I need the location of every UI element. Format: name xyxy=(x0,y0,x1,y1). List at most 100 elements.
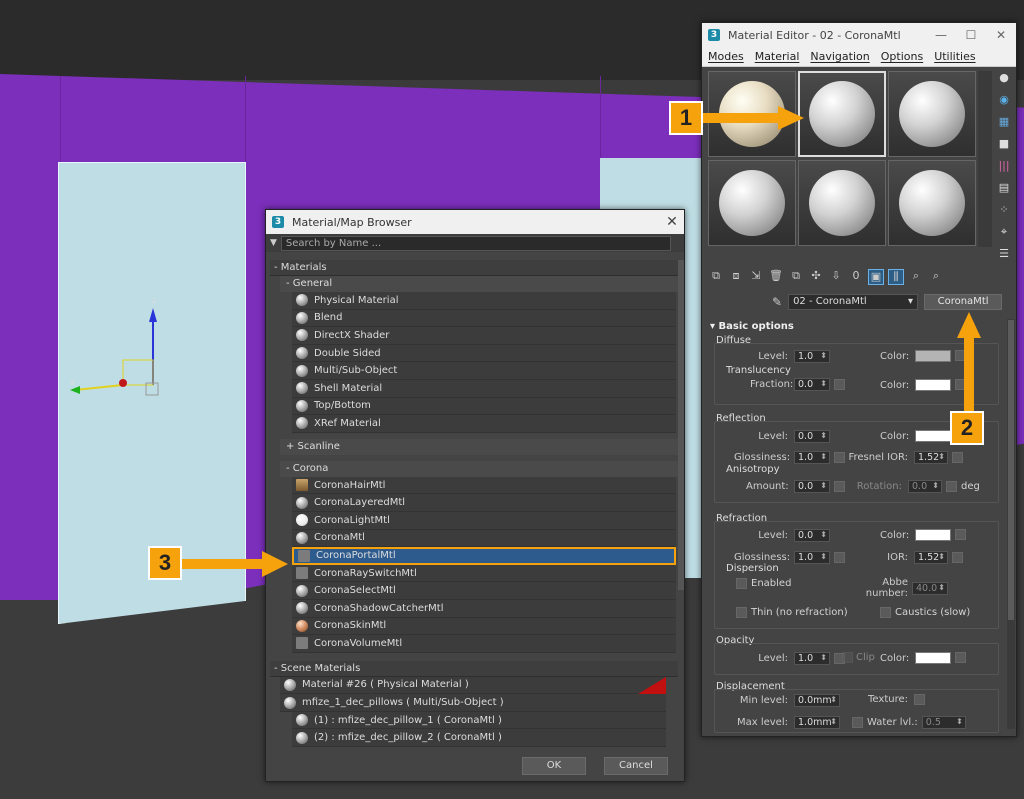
list-item[interactable]: XRef Material xyxy=(292,415,676,433)
material-type-button[interactable]: CoronaMtl xyxy=(924,294,1003,310)
put-to-library-icon[interactable]: ⇩ xyxy=(828,269,844,285)
fraction-spinner[interactable]: 0.0 xyxy=(794,378,830,391)
abbe-number-spinner[interactable]: 40.0 xyxy=(912,581,948,595)
refraction-map-button[interactable] xyxy=(955,529,966,540)
assign-to-selection-icon[interactable]: ⇲ xyxy=(748,269,764,285)
menu-modes[interactable]: Modes xyxy=(708,50,744,63)
options-icon[interactable]: ⁘ xyxy=(997,203,1011,217)
maximize-icon[interactable]: ☐ xyxy=(956,28,986,42)
make-unique-icon[interactable]: ✣ xyxy=(808,269,824,285)
sample-slot[interactable] xyxy=(798,160,886,246)
select-by-material-icon[interactable]: ⌖ xyxy=(997,225,1011,239)
list-item[interactable]: CoronaVolumeMtl xyxy=(292,635,676,653)
list-item[interactable]: Blend xyxy=(292,309,676,328)
material-editor-titlebar[interactable]: 3 Material Editor - 02 - CoronaMtl — ☐ ✕ xyxy=(702,23,1016,47)
water-level-checkbox[interactable] xyxy=(852,717,863,728)
corona-group[interactable]: - Corona xyxy=(280,460,678,477)
reflection-color-swatch[interactable] xyxy=(915,430,951,442)
cancel-button[interactable]: Cancel xyxy=(604,757,668,775)
browser-titlebar[interactable]: 3 Material/Map Browser ✕ xyxy=(266,210,684,234)
rollout-scrollbar[interactable] xyxy=(1007,319,1015,729)
material-map-browser-window[interactable]: 3 Material/Map Browser ✕ ▼ - Materials -… xyxy=(265,209,685,782)
caustics-checkbox[interactable] xyxy=(880,607,891,618)
close-icon[interactable]: ✕ xyxy=(660,214,684,230)
make-preview-icon[interactable]: ▤ xyxy=(997,181,1011,195)
uv-tiling-icon[interactable]: ■ xyxy=(997,137,1011,151)
sample-slot[interactable] xyxy=(888,71,976,157)
list-item[interactable]: CoronaHairMtl xyxy=(292,476,676,495)
browser-options-icon[interactable]: ▼ xyxy=(270,238,277,248)
opacity-level-spinner[interactable]: 1.0 xyxy=(794,652,830,665)
list-item[interactable]: CoronaSelectMtl xyxy=(292,582,676,600)
anisotropy-amount-spinner[interactable]: 0.0 xyxy=(794,480,830,493)
opacity-color-map-button[interactable] xyxy=(955,652,966,663)
scrollbar-thumb[interactable] xyxy=(1008,320,1014,620)
get-material-icon[interactable]: ⧉ xyxy=(708,269,724,285)
min-level-spinner[interactable]: 0.0mm xyxy=(794,694,840,707)
list-item[interactable]: DirectX Shader xyxy=(292,327,676,345)
reflection-glossiness-map-button[interactable] xyxy=(834,452,845,463)
backlight-icon[interactable]: ◉ xyxy=(997,93,1011,107)
search-input[interactable] xyxy=(280,235,671,251)
anisotropy-amount-map-button[interactable] xyxy=(834,481,845,492)
texture-map-button[interactable] xyxy=(914,694,925,705)
scene-material-item[interactable]: (1) : mfize_dec_pillow_1 ( CoronaMtl ) xyxy=(292,711,666,730)
scene-material-item[interactable]: (2) : mfize_dec_pillow_2 ( CoronaMtl ) xyxy=(292,729,666,748)
refraction-color-swatch[interactable] xyxy=(915,529,951,541)
material-name-dropdown[interactable]: 02 - CoronaMtl xyxy=(788,294,919,310)
reset-icon[interactable]: 🗑 xyxy=(768,269,784,285)
scene-material-item[interactable]: mfize_1_dec_pillows ( Multi/Sub-Object ) xyxy=(280,694,666,712)
list-item[interactable]: CoronaSkinMtl xyxy=(292,617,676,636)
list-item[interactable]: CoronaRaySwitchMtl xyxy=(292,564,676,583)
reflection-level-spinner[interactable]: 0.0 xyxy=(794,430,830,443)
scene-materials-category[interactable]: - Scene Materials xyxy=(270,660,678,677)
list-item[interactable]: Top/Bottom xyxy=(292,397,676,416)
refraction-ior-spinner[interactable]: 1.52 xyxy=(914,551,948,564)
list-item[interactable]: CoronaLightMtl xyxy=(292,511,676,530)
anisotropy-rotation-map-button[interactable] xyxy=(946,481,957,492)
go-forward-icon[interactable]: ⌕ xyxy=(928,269,944,285)
refraction-level-spinner[interactable]: 0.0 xyxy=(794,529,830,542)
scanline-group[interactable]: + Scanline xyxy=(280,438,678,455)
fresnel-ior-map-button[interactable] xyxy=(952,452,963,463)
opacity-color-swatch[interactable] xyxy=(915,652,951,664)
sample-slot[interactable] xyxy=(888,160,976,246)
show-end-result-icon[interactable]: ⫼ xyxy=(888,269,904,285)
materials-category[interactable]: - Materials xyxy=(270,260,678,276)
background-icon[interactable]: ▦ xyxy=(997,115,1011,129)
menu-material[interactable]: Material xyxy=(755,50,800,63)
scene-material-item[interactable]: Material #26 ( Physical Material ) xyxy=(280,676,666,695)
transform-gizmo[interactable]: z x xyxy=(70,290,170,410)
diffuse-color-swatch[interactable] xyxy=(915,350,951,362)
max-level-spinner[interactable]: 1.0mm xyxy=(794,716,840,729)
go-to-parent-icon[interactable]: ⌕ xyxy=(908,269,924,285)
fresnel-ior-spinner[interactable]: 1.52 xyxy=(914,451,948,464)
water-level-spinner[interactable]: 0.5 xyxy=(921,716,966,729)
close-icon[interactable]: ✕ xyxy=(986,28,1016,42)
video-color-check-icon[interactable]: ||| xyxy=(997,159,1011,173)
put-to-scene-icon[interactable]: ⧈ xyxy=(728,269,744,285)
reflection-glossiness-spinner[interactable]: 1.0 xyxy=(794,451,830,464)
list-item-selected[interactable]: CoronaPortalMtl xyxy=(292,547,676,565)
show-in-viewport-icon[interactable]: ▣ xyxy=(868,269,884,285)
translucency-color-swatch[interactable] xyxy=(915,379,951,391)
minimize-icon[interactable]: — xyxy=(926,28,956,42)
slots-scrollbar[interactable] xyxy=(978,71,992,247)
ok-button[interactable]: OK xyxy=(522,757,586,775)
eyedropper-icon[interactable]: ✎ xyxy=(772,295,782,309)
list-item[interactable]: Multi/Sub-Object xyxy=(292,362,676,380)
list-item[interactable]: Shell Material xyxy=(292,379,676,398)
material-navigator-icon[interactable]: ☰ xyxy=(997,247,1011,261)
dispersion-enabled-checkbox[interactable] xyxy=(736,578,747,589)
list-item[interactable]: CoronaShadowCatcherMtl xyxy=(292,599,676,618)
copy-material-icon[interactable]: ⧉ xyxy=(788,269,804,285)
menu-utilities[interactable]: Utilities xyxy=(934,50,975,63)
general-group[interactable]: - General xyxy=(280,276,678,292)
sample-slot-selected[interactable] xyxy=(798,71,886,157)
refraction-glossiness-map-button[interactable] xyxy=(834,552,845,563)
refraction-glossiness-spinner[interactable]: 1.0 xyxy=(794,551,830,564)
list-item[interactable]: Double Sided xyxy=(292,344,676,363)
menu-options[interactable]: Options xyxy=(881,50,923,63)
thin-checkbox[interactable] xyxy=(736,607,747,618)
refraction-ior-map-button[interactable] xyxy=(952,552,963,563)
